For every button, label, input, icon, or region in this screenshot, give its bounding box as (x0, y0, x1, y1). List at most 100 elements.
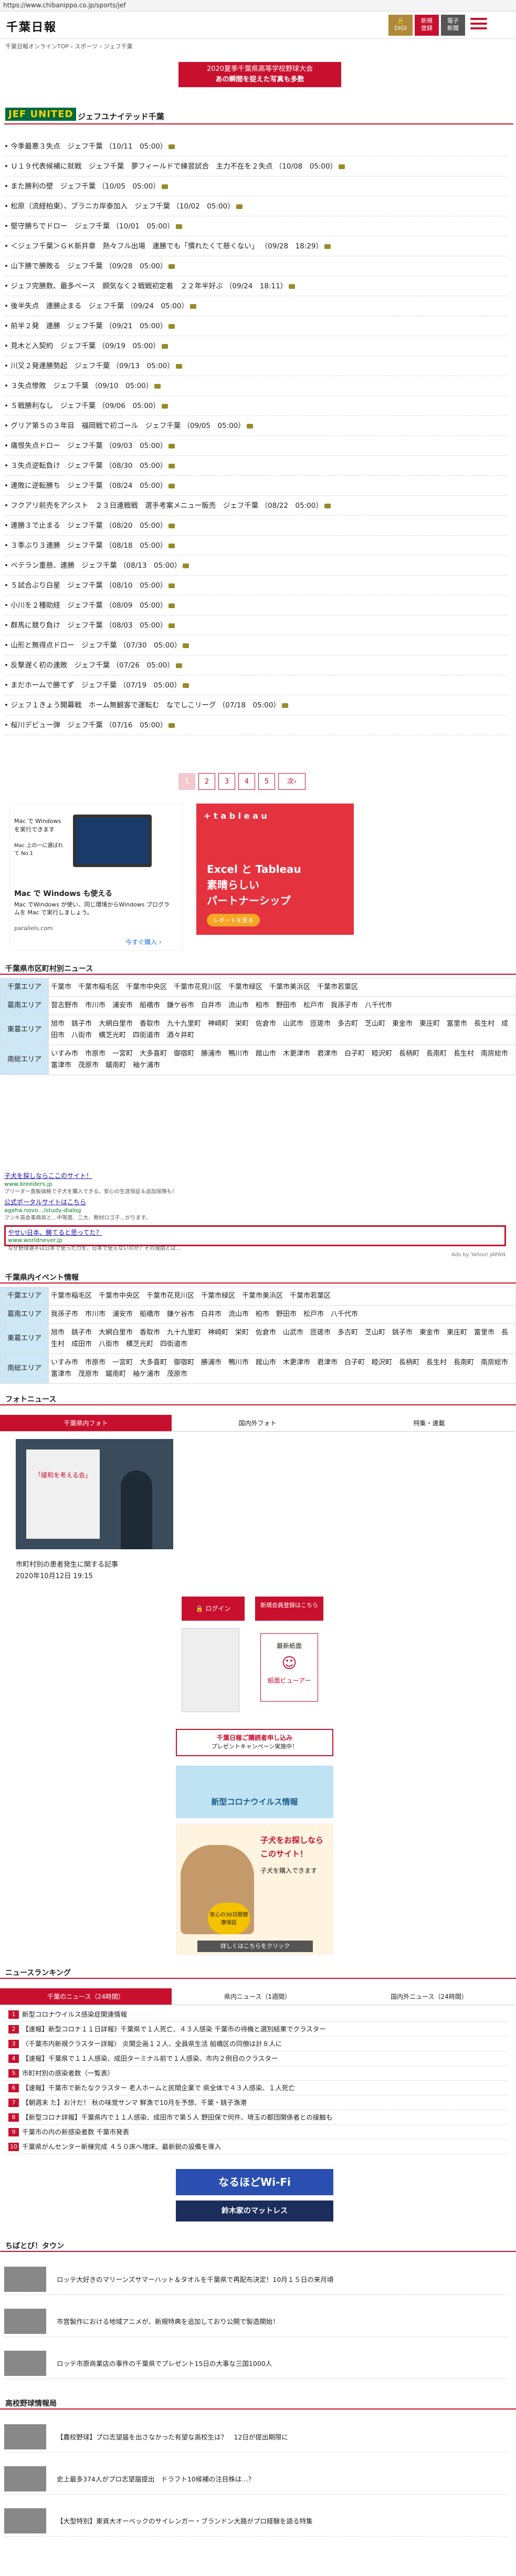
chiba-thumbnail[interactable] (4, 2267, 46, 2292)
ranking-item-text[interactable]: 【速報】千葉市で新たなクラスター 老人ホームと民間企業で 県全体で４３人感染、１… (22, 2084, 295, 2092)
pager-next[interactable]: 次› (278, 773, 306, 790)
hs-thumbnail[interactable] (4, 2424, 46, 2449)
photo-news-image[interactable]: 「緩和を考える会」 (16, 1439, 173, 1549)
news-item-text[interactable]: ３季ぶり３連勝 ジェフ千葉 （08/18 05:00） (10, 541, 167, 550)
news-item[interactable]: • ５戦勝利なし ジェフ千葉 （09/06 05:00） (4, 396, 508, 416)
news-item-text[interactable]: 連勝３で止まる ジェフ千葉 （08/20 05:00） (10, 522, 167, 530)
ad-link-2[interactable]: 公式ポータルサイトはこちら ageha.novo.../study-dialog… (4, 1198, 151, 1222)
hs-thumbnail[interactable] (4, 2508, 46, 2533)
news-item-text[interactable]: 川又２発連勝勢起 ジェフ千葉 （09/13 05:00） (10, 362, 174, 370)
news-item[interactable]: • Ｕ１９代表候補に就戦 ジェフ千葉 夢フィールドで練習試合 主力不在を２失点 … (4, 157, 508, 176)
wifi-banner[interactable]: なるほどWi-Fi (176, 2169, 333, 2195)
viewer-button[interactable]: 最新紙面 ☺ 紙面ビューアー (260, 1633, 318, 1702)
news-item-text[interactable]: ３失点逆転負け ジェフ千葉 （08/30 05:00） (10, 462, 167, 470)
breadcrumb[interactable]: 千葉日報オンラインTOP › スポーツ › ジェフ千葉 (0, 39, 516, 51)
ranking-item-text[interactable]: 【速報】千葉県で１１人感染、成田ターミナル前で１人感染、市内２例目のクラスター (22, 2054, 278, 2062)
news-item[interactable]: • 今季最悪３失点 ジェフ千葉 （10/11 05:00） (4, 137, 508, 157)
news-item[interactable]: • 堅守勝ちでドロー ジェフ千葉 （10/01 05:00） (4, 216, 508, 236)
news-item-text[interactable]: Ｕ１９代表候補に就戦 ジェフ千葉 夢フィールドで練習試合 主力不在を２失点 （1… (10, 162, 337, 171)
area-links[interactable]: 千葉市稲毛区 千葉市中央区 千葉市花見川区 千葉市緑区 千葉市美浜区 千葉市若葉… (48, 1287, 516, 1306)
url-bar[interactable]: https://www.chibanippo.co.jp/sports/jef (0, 0, 516, 12)
ranking-item[interactable]: 1 新型コロナウイルス感染症関連情報 (4, 2007, 508, 2022)
tab-photo-world[interactable]: 国内外フォト (172, 1415, 343, 1432)
news-item[interactable]: • ベテラン重懸、連勝 ジェフ千葉 （08/13 05:00） (4, 556, 508, 576)
hs-item[interactable]: 【大型特別】東資大オーベックのサイレンガー・ブランドン大路がプロ経験を語る特集 (4, 2505, 508, 2537)
news-item[interactable]: • ３失点惨敗 ジェフ千葉 （09/10 05:00） (4, 376, 508, 396)
news-item-text[interactable]: 痛恨失点ドロー ジェフ千葉 （09/03 05:00） (10, 442, 167, 450)
hs-item-text[interactable]: 史上最多374人がプロ志望届提出 ドラフト10候補の注目株は…？ (57, 2474, 255, 2484)
present-campaign-banner[interactable]: 千葉日報ご購読者申し込み プレゼントキャンペーン実施中！ (176, 1729, 333, 1756)
login-button[interactable]: 🔒 ログイン (182, 1597, 245, 1621)
news-item[interactable]: • 連勝３で止まる ジェフ千葉 （08/20 05:00） (4, 516, 508, 536)
ranking-item[interactable]: 2 【速報】新型コロナ１１日詳報》千葉県で１人死亡、４３人感染 千葉市の待機と選別… (4, 2022, 508, 2037)
ranking-item[interactable]: 6 【速報】千葉市で新たなクラスター 老人ホームと民間企業で 県全体で４３人感染、… (4, 2081, 508, 2095)
news-item[interactable]: • グリア第５の３年目 福岡戦で初ゴール ジェフ千葉 （09/05 05:00） (4, 416, 508, 436)
pager-page[interactable]: 3 (218, 773, 235, 790)
pager-page[interactable]: 2 (198, 773, 215, 790)
news-item-text[interactable]: 山下勝で勝敗る ジェフ千葉 （09/28 05:00） (10, 262, 167, 270)
tab-rank-week[interactable]: 県内ニュース（1週間） (172, 1988, 343, 2005)
news-item-text[interactable]: 後半失点 連勝止まる ジェフ千葉 （09/24 05:00） (10, 302, 188, 310)
news-item[interactable]: • 松原（流経柏東）、ブラニカ岸泰加入 ジェフ千葉 （10/02 05:00） (4, 196, 508, 216)
news-item-text[interactable]: フクアリ前売をアシスト ２３日連戦戦 選手考案メニュー販売 ジェフ千葉 （08/… (10, 502, 323, 510)
news-item-text[interactable]: まだホームで勝てず ジェフ千葉 （07/19 05:00） (10, 681, 181, 690)
news-item-text[interactable]: 今季最悪３失点 ジェフ千葉 （10/11 05:00） (10, 142, 167, 151)
news-item-text[interactable]: 前半２発 連勝 ジェフ千葉 （09/21 05:00） (10, 322, 167, 330)
news-item-text[interactable]: 連敗に逆転勝ち ジェフ千葉 （08/24 05:00） (10, 482, 167, 490)
corona-banner[interactable]: 新型コロナウイルス情報 (176, 1766, 333, 1818)
photo-caption[interactable]: 市町村別の患者発生に関する記事 (16, 1559, 118, 1569)
ranking-item-text[interactable]: 【新型コロナ詳報】千葉県内で１１人感染、成田市で第５人 野田保で何件、埼玉の都団… (22, 2113, 332, 2121)
news-item[interactable]: • まだホームで勝てず ジェフ千葉 （07/19 05:00） (4, 675, 508, 695)
news-item[interactable]: • 小川を２種助経 ジェフ千葉 （08/09 05:00） (4, 596, 508, 616)
area-links[interactable]: いすみ市 市原市 一宮町 大多喜町 御宿町 勝浦市 鴨川市 館山市 木更津市 君… (48, 1353, 516, 1384)
news-item[interactable]: • また勝利の壁 ジェフ千葉 （10/05 05:00） (4, 176, 508, 196)
ranking-item-text[interactable]: 千葉市の内の新感染者数 千葉市発表 (22, 2128, 129, 2136)
hs-item-text[interactable]: 【大型特別】東資大オーベックのサイレンガー・ブランドン大路がプロ経験を語る特集 (57, 2516, 313, 2526)
news-item[interactable]: • ３季ぶり３連勝 ジェフ千葉 （08/18 05:00） (4, 536, 508, 556)
news-item[interactable]: • 痛恨失点ドロー ジェフ千葉 （09/03 05:00） (4, 436, 508, 456)
tableau-ad[interactable]: + t a b l e a u Excel と Tableau 素晴らしい パー… (196, 804, 354, 935)
area-links[interactable]: 旭市 銚子市 大網白里市 香取市 九十九里町 神崎町 栄町 佐倉市 山武市 匝瑳… (48, 1323, 516, 1354)
tab-rank-world[interactable]: 国内外ニュース（24時間） (343, 1988, 515, 2005)
ranking-item[interactable]: 9 千葉市の内の新感染者数 千葉市発表 (4, 2125, 508, 2140)
newspaper-thumbnail[interactable] (182, 1628, 239, 1712)
ad-link-3[interactable]: やせい日本、勝てると思ってた？ www.worldnever.jp なぜ野球選手… (4, 1225, 506, 1252)
ad-mac-cta[interactable]: 今すぐ購入 › (125, 937, 162, 946)
tableau-report-button[interactable]: レポートを見る (207, 914, 260, 926)
news-item[interactable]: • ジェフ完勝数、最多ペース 鋼気なく２戦戦初定着 ２２年半好ぶ （09/24 … (4, 276, 508, 296)
ranking-item-text[interactable]: 〈千葉市内新規クラスター詳報〉 炎関企画１２人、全員県生活 船橋区の同僚は計８人… (22, 2040, 282, 2048)
news-item-text[interactable]: ジェフ１きょう開幕戦 ホーム無観客で運転む なでしこリーグ （07/18 05:… (10, 701, 280, 710)
menu-icon[interactable] (470, 18, 487, 32)
news-item[interactable]: • フクアリ前売をアシスト ２３日連戦戦 選手考案メニュー販売 ジェフ千葉 （0… (4, 496, 508, 516)
news-item[interactable]: • 山下勝で勝敗る ジェフ千葉 （09/28 05:00） (4, 256, 508, 276)
pager-page[interactable]: 1 (178, 773, 195, 790)
ranking-item[interactable]: 7 【朝週末 た】お汁だ！ 秋の味覚サンマ 鮮漁で10月を予想、千葉・銚子漁港 (4, 2095, 508, 2110)
news-item-text[interactable]: ベテラン重懸、連勝 ジェフ千葉 （08/13 05:00） (10, 561, 181, 570)
ad-link-1-title[interactable]: 子犬を探しならここのサイト！ (4, 1172, 177, 1180)
hs-item-text[interactable]: 【農校野球】プロ志望届を出さなかった有望な高校生は？ 12日が提出期限に (57, 2432, 288, 2442)
chiba-item-text[interactable]: 市営製作における地域アニメが、新規特典を追加しており公開で製造開始！ (57, 2316, 279, 2326)
chiba-item[interactable]: ロッテ大好きのマリーンズサマーハット＆タオルを千葉県で再配布決定！10月１５日の… (4, 2264, 508, 2295)
ranking-item-text[interactable]: 千葉県がんセンター新棟完成 ４５０床へ増床、最新鋭の設備を導入 (22, 2143, 221, 2151)
news-item[interactable]: • 反撃遅く初の連敗 ジェフ千葉 （07/26 05:00） (4, 655, 508, 675)
pager-page[interactable]: 4 (238, 773, 255, 790)
area-links[interactable]: いすみ市 市原市 一宮町 大多喜町 御宿町 勝浦市 鴨川市 館山市 木更津市 君… (48, 1045, 516, 1075)
news-item[interactable]: • ＜ジェフ千葉＞ＧＫ新井章 熱々フル出場 連勝でも「慣れたくて懸くない」 （0… (4, 236, 508, 256)
area-links[interactable]: 旭市 銚子市 大網白里市 香取市 九十九里町 神崎町 栄町 佐倉市 山武市 匝瑳… (48, 1015, 516, 1045)
chiba-item-text[interactable]: ロッテ市原商業店の事件の千葉県でプレゼント15日の大事な三国1000人 (57, 2358, 272, 2368)
news-item-text[interactable]: ５試合ぶり白星 ジェフ千葉 （08/10 05:00） (10, 581, 167, 590)
register-button[interactable]: 新規会員登録はこちら (255, 1597, 323, 1621)
pager-page[interactable]: 5 (258, 773, 275, 790)
digital-button[interactable]: 🔒 DIGI (388, 15, 413, 36)
tab-photo-feature[interactable]: 特集・連載 (343, 1415, 515, 1432)
hs-baseball-banner[interactable]: 2020夏季千葉県高等学校野球大会 あの瞬間を捉えた写真も多数 (178, 62, 341, 87)
chiba-item[interactable]: ロッテ市原商業店の事件の千葉県でプレゼント15日の大事な三国1000人 (4, 2348, 508, 2379)
news-item-text[interactable]: 小川を２種助経 ジェフ千葉 （08/09 05:00） (10, 601, 167, 610)
tab-photo-chiba[interactable]: 千葉県内フォト (0, 1415, 172, 1432)
hs-item[interactable]: 【農校野球】プロ志望届を出さなかった有望な高校生は？ 12日が提出期限に (4, 2421, 508, 2453)
news-item-text[interactable]: 群馬に競り負け ジェフ千葉 （08/03 05:00） (10, 621, 167, 630)
news-item[interactable]: • 見木と入契約 ジェフ千葉 （09/19 05:00） (4, 336, 508, 356)
news-item-text[interactable]: ＜ジェフ千葉＞ＧＫ新井章 熱々フル出場 連勝でも「慣れたくて懸くない」 （09/… (10, 242, 323, 251)
news-item[interactable]: • 後半失点 連勝止まる ジェフ千葉 （09/24 05:00） (4, 296, 508, 316)
news-item-text[interactable]: 桜川デビュー弾 ジェフ千葉 （07/16 05:00） (10, 721, 167, 729)
